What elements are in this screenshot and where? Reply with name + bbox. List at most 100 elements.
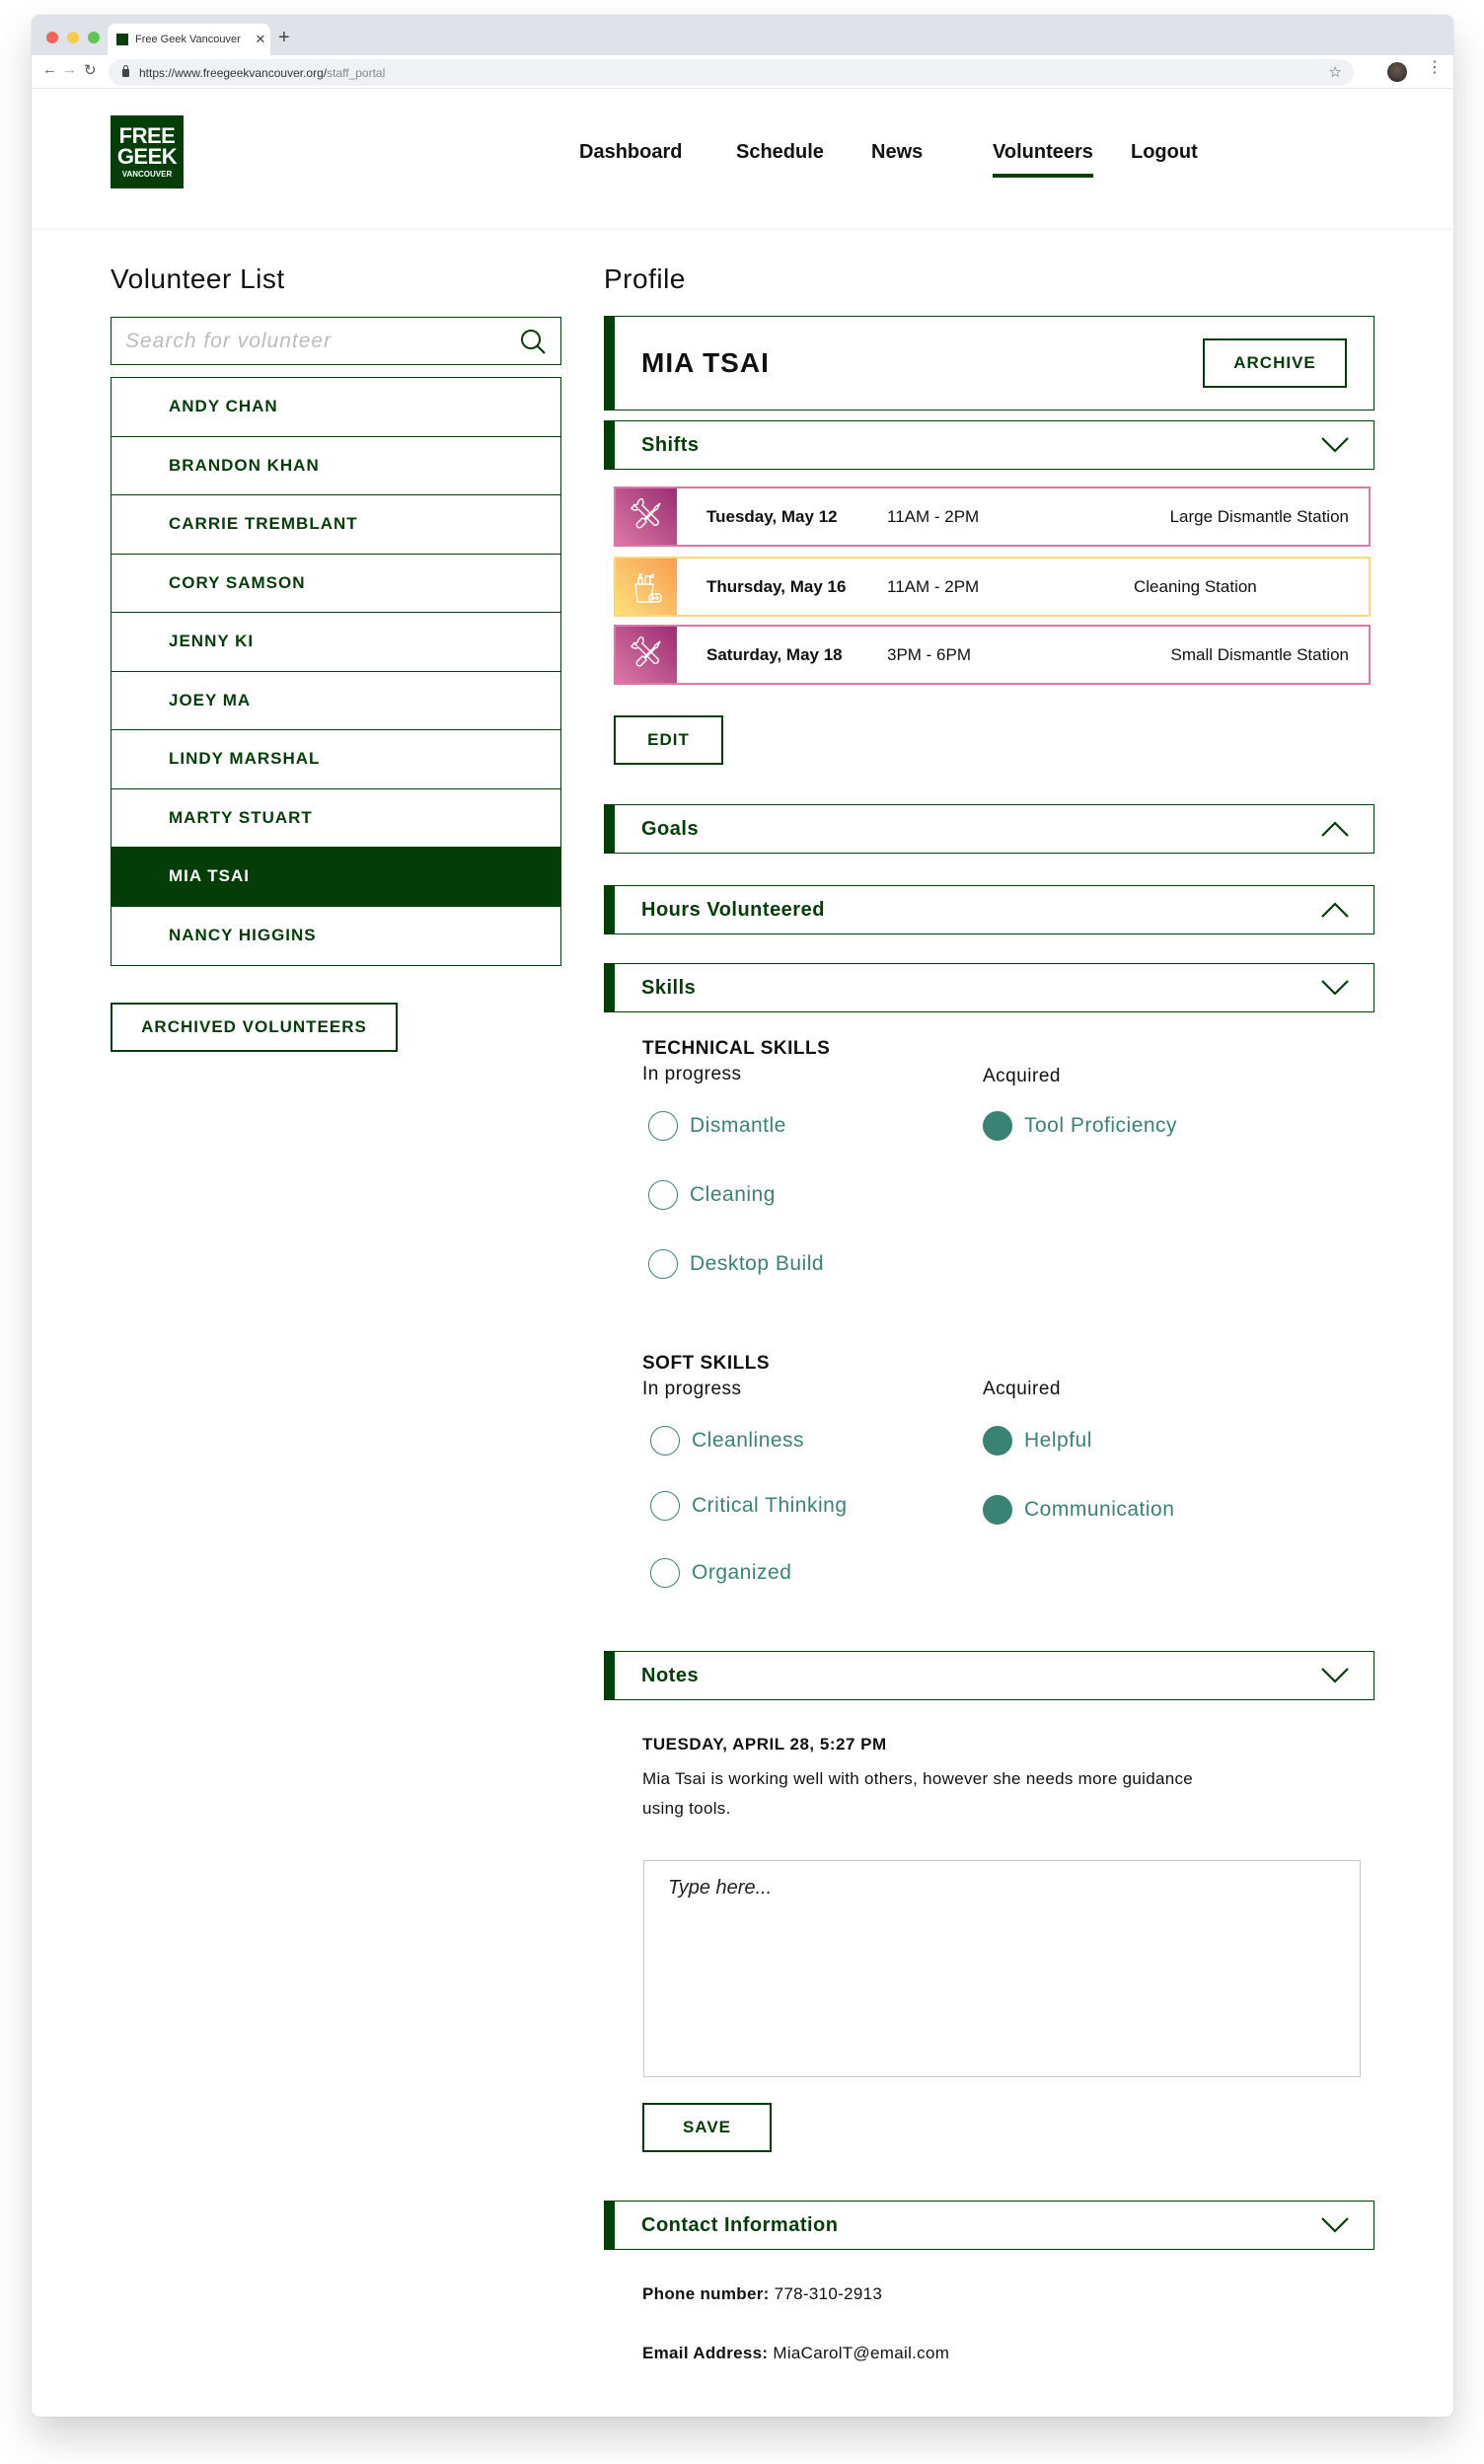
archive-button[interactable]: ARCHIVE [1203, 338, 1347, 388]
browser-menu-icon[interactable]: ⋮ [1427, 60, 1443, 76]
nav-news[interactable]: News [871, 141, 923, 164]
logo-line-2: GEEK [116, 143, 178, 169]
chevron-up-icon[interactable] [1320, 901, 1350, 919]
volunteer-list: ANDY CHAN BRANDON KHAN CARRIE TREMBLANT … [111, 377, 561, 966]
skill-label: Desktop Build [690, 1252, 825, 1275]
bookmark-star-icon[interactable]: ☆ [1329, 63, 1342, 81]
chevron-down-icon[interactable] [1320, 2216, 1350, 2234]
goals-title: Goals [641, 817, 700, 840]
skill-acquired-radio[interactable] [983, 1426, 1012, 1456]
nav-dashboard[interactable]: Dashboard [579, 141, 682, 164]
save-note-button[interactable]: SAVE [642, 2103, 772, 2152]
phone-line: Phone number: 778-310-2913 [642, 2284, 882, 2304]
volunteer-list-item[interactable]: BRANDON KHAN [111, 437, 560, 495]
skill-helpful[interactable]: Helpful [983, 1426, 1092, 1456]
shift-date: Tuesday, May 12 [706, 506, 838, 526]
maximize-window-button[interactable] [88, 32, 100, 43]
skill-label: Dismantle [690, 1114, 786, 1137]
goals-section-header[interactable]: Goals [604, 804, 1374, 854]
skill-label: Cleaning [690, 1183, 776, 1206]
close-tab-icon[interactable]: ✕ [251, 32, 270, 47]
shift-date: Thursday, May 16 [706, 576, 847, 596]
nav-schedule[interactable]: Schedule [736, 141, 824, 164]
volunteer-list-item[interactable]: CORY SAMSON [111, 555, 560, 613]
volunteer-list-item[interactable]: JENNY KI [111, 613, 560, 672]
note-timestamp: TUESDAY, APRIL 28, 5:27 PM [642, 1735, 887, 1754]
skill-desktop-build[interactable]: Desktop Build [648, 1249, 824, 1279]
shift-row[interactable]: Thursday, May 16 11AM - 2PM Cleaning Sta… [614, 557, 1371, 617]
skill-organized[interactable]: Organized [650, 1558, 791, 1588]
email-line: Email Address: MiaCarolT@email.com [642, 2344, 949, 2363]
skill-tool-proficiency[interactable]: Tool Proficiency [983, 1111, 1177, 1141]
cleaning-supplies-icon [616, 559, 677, 615]
skill-in-progress-radio[interactable] [648, 1111, 678, 1141]
skills-section-header[interactable]: Skills [604, 963, 1374, 1012]
skill-in-progress-radio[interactable] [650, 1491, 680, 1521]
skill-in-progress-radio[interactable] [648, 1249, 678, 1279]
phone-label: Phone number: [642, 2284, 770, 2303]
skill-critical-thinking[interactable]: Critical Thinking [650, 1491, 848, 1521]
volunteer-search-input[interactable] [125, 329, 519, 353]
shift-station: Cleaning Station [1134, 576, 1257, 596]
chevron-down-icon[interactable] [1320, 1667, 1350, 1684]
volunteer-list-item[interactable]: LINDY MARSHAL [111, 730, 560, 789]
skill-cleaning[interactable]: Cleaning [648, 1180, 776, 1210]
nav-logout[interactable]: Logout [1131, 141, 1198, 164]
skill-label: Helpful [1024, 1429, 1092, 1452]
shift-row[interactable]: Tuesday, May 12 11AM - 2PM Large Dismant… [614, 486, 1371, 547]
browser-tab[interactable]: Free Geek Vancouver ✕ [108, 24, 270, 55]
skill-dismantle[interactable]: Dismantle [648, 1111, 786, 1141]
reload-icon[interactable]: ↻ [84, 61, 97, 79]
shifts-title: Shifts [641, 433, 700, 456]
email-value[interactable]: MiaCarolT@email.com [773, 2344, 949, 2362]
chevron-down-icon[interactable] [1320, 436, 1350, 454]
chevron-down-icon[interactable] [1320, 979, 1350, 997]
skill-in-progress-radio[interactable] [650, 1426, 680, 1456]
favicon-icon [116, 34, 128, 45]
site-header: FREE GEEK VANCOUVER Dashboard Schedule N… [32, 90, 1453, 228]
note-input[interactable] [643, 1860, 1361, 2077]
back-arrow-icon[interactable]: ← [42, 61, 57, 78]
chevron-up-icon[interactable] [1320, 820, 1350, 838]
hours-volunteered-section-header[interactable]: Hours Volunteered [604, 885, 1374, 934]
acquired-label: Acquired [983, 1379, 1061, 1399]
tab-title: Free Geek Vancouver [135, 34, 241, 45]
contact-title: Contact Information [641, 2213, 839, 2236]
free-geek-logo[interactable]: FREE GEEK VANCOUVER [111, 115, 184, 188]
skill-acquired-radio[interactable] [983, 1111, 1012, 1141]
skill-label: Tool Proficiency [1024, 1114, 1178, 1137]
skill-communication[interactable]: Communication [983, 1495, 1174, 1525]
address-bar[interactable]: https://www.freegeekvancouver.org/staff_… [109, 59, 1354, 86]
profile-avatar[interactable] [1387, 62, 1407, 82]
close-window-button[interactable] [46, 32, 58, 43]
volunteer-search [111, 317, 561, 365]
volunteer-list-item[interactable]: CARRIE TREMBLANT [111, 495, 560, 555]
forward-arrow-icon[interactable]: → [62, 61, 77, 78]
contact-section-header[interactable]: Contact Information [604, 2201, 1374, 2250]
notes-section-header[interactable]: Notes [604, 1651, 1374, 1700]
new-tab-icon[interactable]: + [278, 27, 290, 49]
logo-line-3: VANCOUVER [121, 169, 173, 179]
skill-label: Critical Thinking [692, 1494, 848, 1517]
skill-in-progress-radio[interactable] [650, 1558, 680, 1588]
shift-row[interactable]: Saturday, May 18 3PM - 6PM Small Dismant… [614, 625, 1371, 685]
nav-volunteers[interactable]: Volunteers [993, 141, 1093, 178]
skill-in-progress-radio[interactable] [648, 1180, 678, 1210]
archived-volunteers-button[interactable]: ARCHIVED VOLUNTEERS [111, 1003, 398, 1052]
volunteer-list-item[interactable]: MARTY STUART [111, 789, 560, 848]
browser-tab-bar: Free Geek Vancouver ✕ + [32, 15, 1453, 55]
url-domain: https://www.freegeekvancouver.org/ [139, 65, 328, 80]
shifts-section-header[interactable]: Shifts [604, 420, 1374, 470]
skill-acquired-radio[interactable] [983, 1495, 1012, 1525]
edit-shifts-button[interactable]: EDIT [614, 715, 723, 765]
volunteer-list-item[interactable]: ANDY CHAN [111, 378, 560, 437]
soft-skills: SOFT SKILLS In progress Acquired Cleanli… [642, 1353, 1333, 1609]
volunteer-list-item[interactable]: NANCY HIGGINS [111, 907, 560, 966]
minimize-window-button[interactable] [67, 32, 79, 43]
volunteer-list-item[interactable]: JOEY MA [111, 672, 560, 730]
search-icon[interactable] [519, 328, 547, 355]
phone-value: 778-310-2913 [774, 2284, 883, 2303]
volunteer-list-item-selected[interactable]: MIA TSAI [111, 848, 560, 907]
skill-label: Organized [692, 1561, 792, 1584]
skill-cleanliness[interactable]: Cleanliness [650, 1426, 804, 1456]
